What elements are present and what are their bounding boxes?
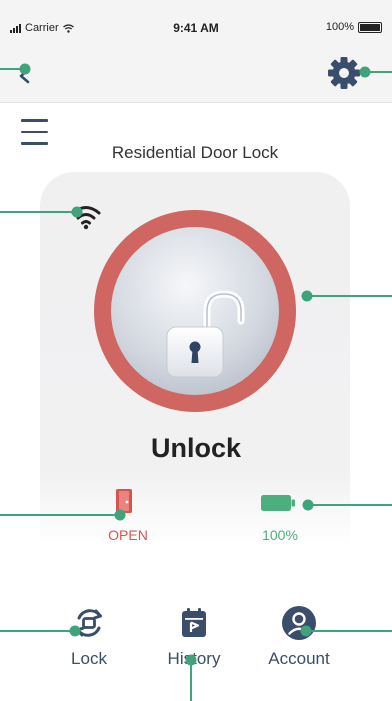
status-battery-label: 100% [325, 21, 354, 33]
battery-status: 100% [262, 527, 298, 543]
settings-button[interactable] [326, 55, 362, 91]
status-bar: Carrier 9:41 AM 100% [0, 0, 392, 50]
tab-lock[interactable]: Lock [39, 605, 139, 669]
unlock-button[interactable] [94, 210, 296, 412]
tab-lock-label: Lock [71, 649, 107, 668]
gear-icon [328, 57, 360, 89]
menu-line [21, 142, 48, 145]
back-button[interactable] [12, 64, 36, 88]
battery-icon [261, 495, 295, 511]
tab-history[interactable]: History [144, 605, 244, 669]
status-battery-icon [358, 21, 382, 33]
door-status: OPEN [108, 527, 148, 543]
tab-history-label: History [167, 649, 221, 668]
page-title: Residential Door Lock [111, 143, 279, 162]
lock-action-label: Unlock [150, 433, 242, 463]
lock-rotate-icon [76, 609, 102, 637]
wifi-icon [71, 206, 101, 230]
lock-button-face [111, 227, 279, 395]
status-battery: 100% [326, 21, 382, 33]
user-icon [282, 606, 316, 640]
menu-button[interactable] [21, 119, 48, 149]
calendar-icon [182, 608, 206, 637]
menu-line [21, 130, 48, 133]
chevron-left-icon [19, 68, 30, 84]
door-icon [116, 489, 132, 513]
padlock-open-icon [166, 290, 245, 378]
tab-account[interactable]: Account [249, 605, 349, 669]
tab-account-label: Account [268, 649, 330, 668]
menu-line [21, 119, 48, 122]
